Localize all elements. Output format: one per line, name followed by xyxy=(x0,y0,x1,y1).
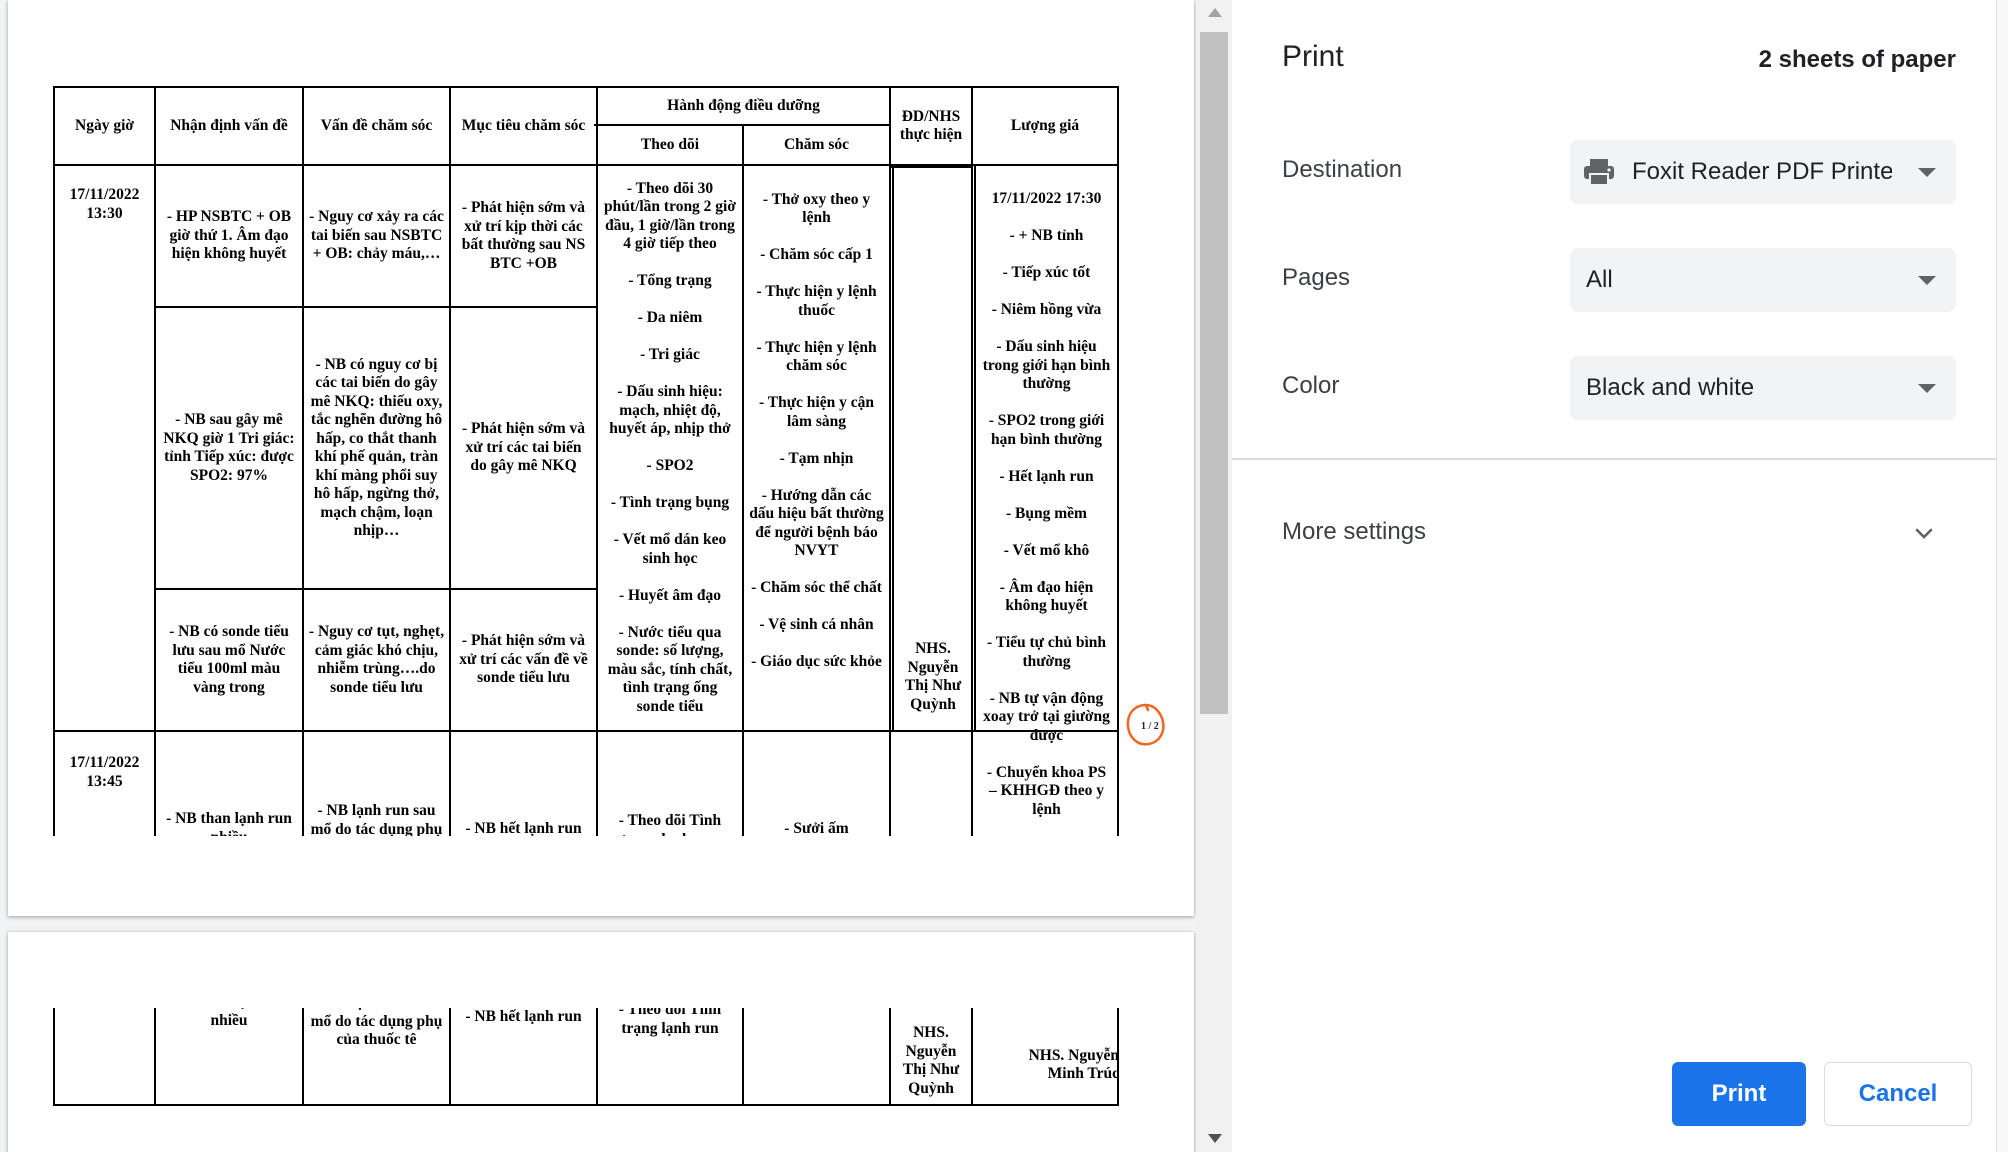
row1-muc-tieu-1: - Phát hiện sớm và xử trí kịp thời các b… xyxy=(461,199,586,272)
row1-dd-nhs: NHS. Nguyễn Thị Như Quỳnh xyxy=(904,640,962,713)
preview-page-2: - NB than lạnh run nhiều - NB lạnh run s… xyxy=(8,932,1194,1152)
scroll-down-arrow-icon[interactable] xyxy=(1208,1134,1222,1143)
header-cham-soc: Chăm sóc xyxy=(783,135,849,153)
divider xyxy=(1232,458,1996,460)
row2-date: 17/11/2022 13:45 xyxy=(69,754,140,790)
row1-cham-soc: - Thở oxy theo y lệnh - Chăm sóc cấp 1 -… xyxy=(749,190,884,671)
row1-nhan-dinh-1: - HP NSBTC + OB giờ thứ 1. Âm đạo hiện k… xyxy=(166,208,292,263)
row1-nhan-dinh-2: - NB sau gây mê NKQ giờ 1 Tri giác: tỉnh… xyxy=(163,411,295,484)
row1-nhan-dinh-3: - NB có sonde tiểu lưu sau mổ Nước tiểu … xyxy=(169,623,289,696)
row2-van-de: - NB lạnh run sau mổ do tác dụng phụ của… xyxy=(310,802,443,836)
row2-cham-soc: - Sưởi ấm xyxy=(784,820,849,836)
preview-page-1: Ngày giờ Nhận định vấn đề Vấn đề chăm só… xyxy=(8,0,1194,916)
pages-label: Pages xyxy=(1282,264,1351,291)
more-settings-toggle[interactable]: More settings xyxy=(1282,518,1426,546)
chevron-down-icon[interactable] xyxy=(1912,522,1936,546)
header-van-de: Vấn đề chăm sóc xyxy=(320,116,433,134)
pages-select[interactable]: All xyxy=(1570,248,1956,312)
row1-luong-gia: 17/11/2022 17:30 - + NB tỉnh - Tiếp xúc … xyxy=(982,190,1111,818)
dialog-title: Print xyxy=(1282,40,1344,73)
dropdown-arrow-icon xyxy=(1918,168,1936,177)
row2-dd-nhs: NHS. Nguyễn Thị Như Quỳnh xyxy=(902,1024,960,1097)
dropdown-arrow-icon xyxy=(1918,384,1936,393)
dropdown-arrow-icon xyxy=(1918,276,1936,285)
row1-muc-tieu-3: - Phát hiện sớm và xử trí các vấn đề về … xyxy=(459,632,588,687)
print-settings-panel: Print 2 sheets of paper Destination Foxi… xyxy=(1232,0,1996,1152)
destination-label: Destination xyxy=(1282,156,1403,183)
header-hanh-dong: Hành động điều dưỡng xyxy=(667,96,820,114)
row2-muc-tieu: - NB hết lạnh run xyxy=(465,820,582,836)
row2-nhan-dinh: - NB than lạnh run nhiều xyxy=(166,810,292,836)
header-muc-tieu: Mục tiêu chăm sóc xyxy=(461,116,586,134)
printer-icon xyxy=(1584,159,1614,186)
scroll-thumb[interactable] xyxy=(1200,32,1228,714)
row2-luong-gia: NHS. Nguyễn Minh Trúc xyxy=(1028,1046,1119,1083)
header-dd-nhs: ĐD/NHS thực hiện xyxy=(899,107,963,144)
row1-van-de-2: - NB có nguy cơ bị các tai biến do gây m… xyxy=(310,355,443,540)
annotation-circle xyxy=(1126,703,1165,746)
destination-select[interactable]: Foxit Reader PDF Printer xyxy=(1570,140,1956,204)
cancel-button[interactable]: Cancel xyxy=(1824,1062,1972,1126)
destination-value: Foxit Reader PDF Printer xyxy=(1632,158,1892,185)
color-value: Black and white xyxy=(1586,374,1755,401)
row1-date: 17/11/2022 13:30 xyxy=(69,186,140,222)
scroll-up-arrow-icon[interactable] xyxy=(1208,8,1222,17)
color-label: Color xyxy=(1282,372,1340,399)
pages-value: All xyxy=(1586,266,1613,293)
background-window-edge xyxy=(1996,0,2008,1152)
preview-scrollbar[interactable] xyxy=(1196,0,1232,1152)
row1-theo-doi: - Theo dõi 30 phút/lần trong 2 giờ đầu, … xyxy=(604,179,736,715)
header-nhan-dinh: Nhận định vấn đề xyxy=(170,116,288,134)
row2-theo-doi-cont: - Theo dõi Tình trạng lạnh run xyxy=(618,1008,722,1037)
color-select[interactable]: Black and white xyxy=(1570,356,1956,420)
header-theo-doi: Theo dõi xyxy=(640,135,700,153)
row1-muc-tieu-2: - Phát hiện sớm và xử trí các tai biến d… xyxy=(461,420,586,475)
header-ngay-gio: Ngày giờ xyxy=(75,116,134,134)
page-1-table-clip: Ngày giờ Nhận định vấn đề Vấn đề chăm só… xyxy=(8,0,1194,836)
row2-van-de-cont: - NB lạnh run sau mổ do tác dụng phụ của… xyxy=(310,1008,443,1048)
header-luong-gia: Lượng giá xyxy=(1010,116,1080,134)
row2-muc-tieu-cont: - NB hết lạnh run xyxy=(465,1008,582,1025)
print-preview-area[interactable]: Ngày giờ Nhận định vấn đề Vấn đề chăm só… xyxy=(0,0,1232,1152)
row1-van-de-1: - Nguy cơ xảy ra các tai biến sau NSBTC … xyxy=(309,208,444,263)
page-2-table-clip: - NB than lạnh run nhiều - NB lạnh run s… xyxy=(8,1008,1194,1108)
row1-van-de-3: - Nguy cơ tụt, nghẹt, cảm giác khó chịu,… xyxy=(308,623,445,696)
print-button[interactable]: Print xyxy=(1672,1062,1806,1126)
sheet-count: 2 sheets of paper xyxy=(1758,46,1956,73)
row2-theo-doi: - Theo dõi Tình trạng lạnh run xyxy=(618,812,722,836)
row2-nhan-dinh-cont: - NB than lạnh run nhiều xyxy=(166,1008,292,1029)
